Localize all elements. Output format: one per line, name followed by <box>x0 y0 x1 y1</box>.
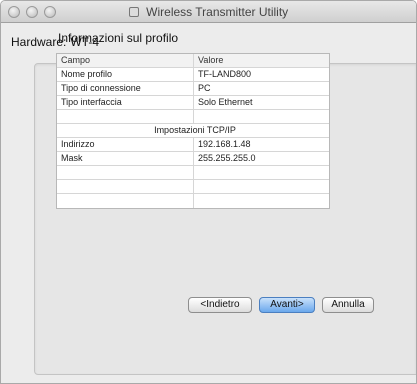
table-cell-field <box>57 166 194 179</box>
table-section-row: Impostazioni TCP/IP <box>57 124 329 138</box>
table-cell-value <box>194 194 329 208</box>
table-cell-field: Tipo di connessione <box>57 82 194 95</box>
table-cell-field: Tipo interfaccia <box>57 96 194 109</box>
window-title: Wireless Transmitter Utility <box>146 5 289 19</box>
next-button[interactable]: Avanti> <box>259 297 315 313</box>
table-row: Indirizzo 192.168.1.48 <box>57 138 329 152</box>
app-window: Wireless Transmitter Utility Hardware: WT… <box>0 0 417 384</box>
table-cell-value: 255.255.255.0 <box>198 153 256 163</box>
table-row: Tipo interfaccia Solo Ethernet <box>57 96 329 110</box>
table-cell-value: TF-LAND800 <box>198 69 252 79</box>
tcpip-section-label: Impostazioni TCP/IP <box>154 125 236 135</box>
table-row: Mask 255.255.255.0 <box>57 152 329 166</box>
table-cell-value <box>194 166 329 179</box>
table-row <box>57 110 329 124</box>
table-row <box>57 194 329 208</box>
table-cell-field <box>57 194 194 208</box>
table-cell-value: 192.168.1.48 <box>198 139 251 149</box>
section-title: Informazioni sul profilo <box>58 31 179 45</box>
profile-info-table: Campo Valore Nome profilo TF-LAND800 Tip… <box>56 53 330 209</box>
window-title-wrap: Wireless Transmitter Utility <box>1 5 416 19</box>
table-cell-value <box>194 110 329 123</box>
back-button[interactable]: <Indietro <box>188 297 252 313</box>
table-cell-field <box>57 110 194 123</box>
table-cell-value <box>194 180 329 193</box>
column-header-field: Campo <box>57 54 194 67</box>
table-row <box>57 166 329 180</box>
table-header-row: Campo Valore <box>57 54 329 68</box>
cancel-button[interactable]: Annulla <box>322 297 374 313</box>
table-row <box>57 180 329 194</box>
table-cell-field: Nome profilo <box>57 68 194 81</box>
table-row: Nome profilo TF-LAND800 <box>57 68 329 82</box>
table-cell-field: Mask <box>57 152 194 165</box>
table-row: Tipo di connessione PC <box>57 82 329 96</box>
table-cell-field: Indirizzo <box>57 138 194 151</box>
app-icon <box>128 7 139 17</box>
title-bar: Wireless Transmitter Utility <box>1 1 416 23</box>
table-cell-value: Solo Ethernet <box>198 97 253 107</box>
table-cell-field <box>57 180 194 193</box>
table-cell-value: PC <box>198 83 211 93</box>
column-header-value: Valore <box>198 55 224 65</box>
